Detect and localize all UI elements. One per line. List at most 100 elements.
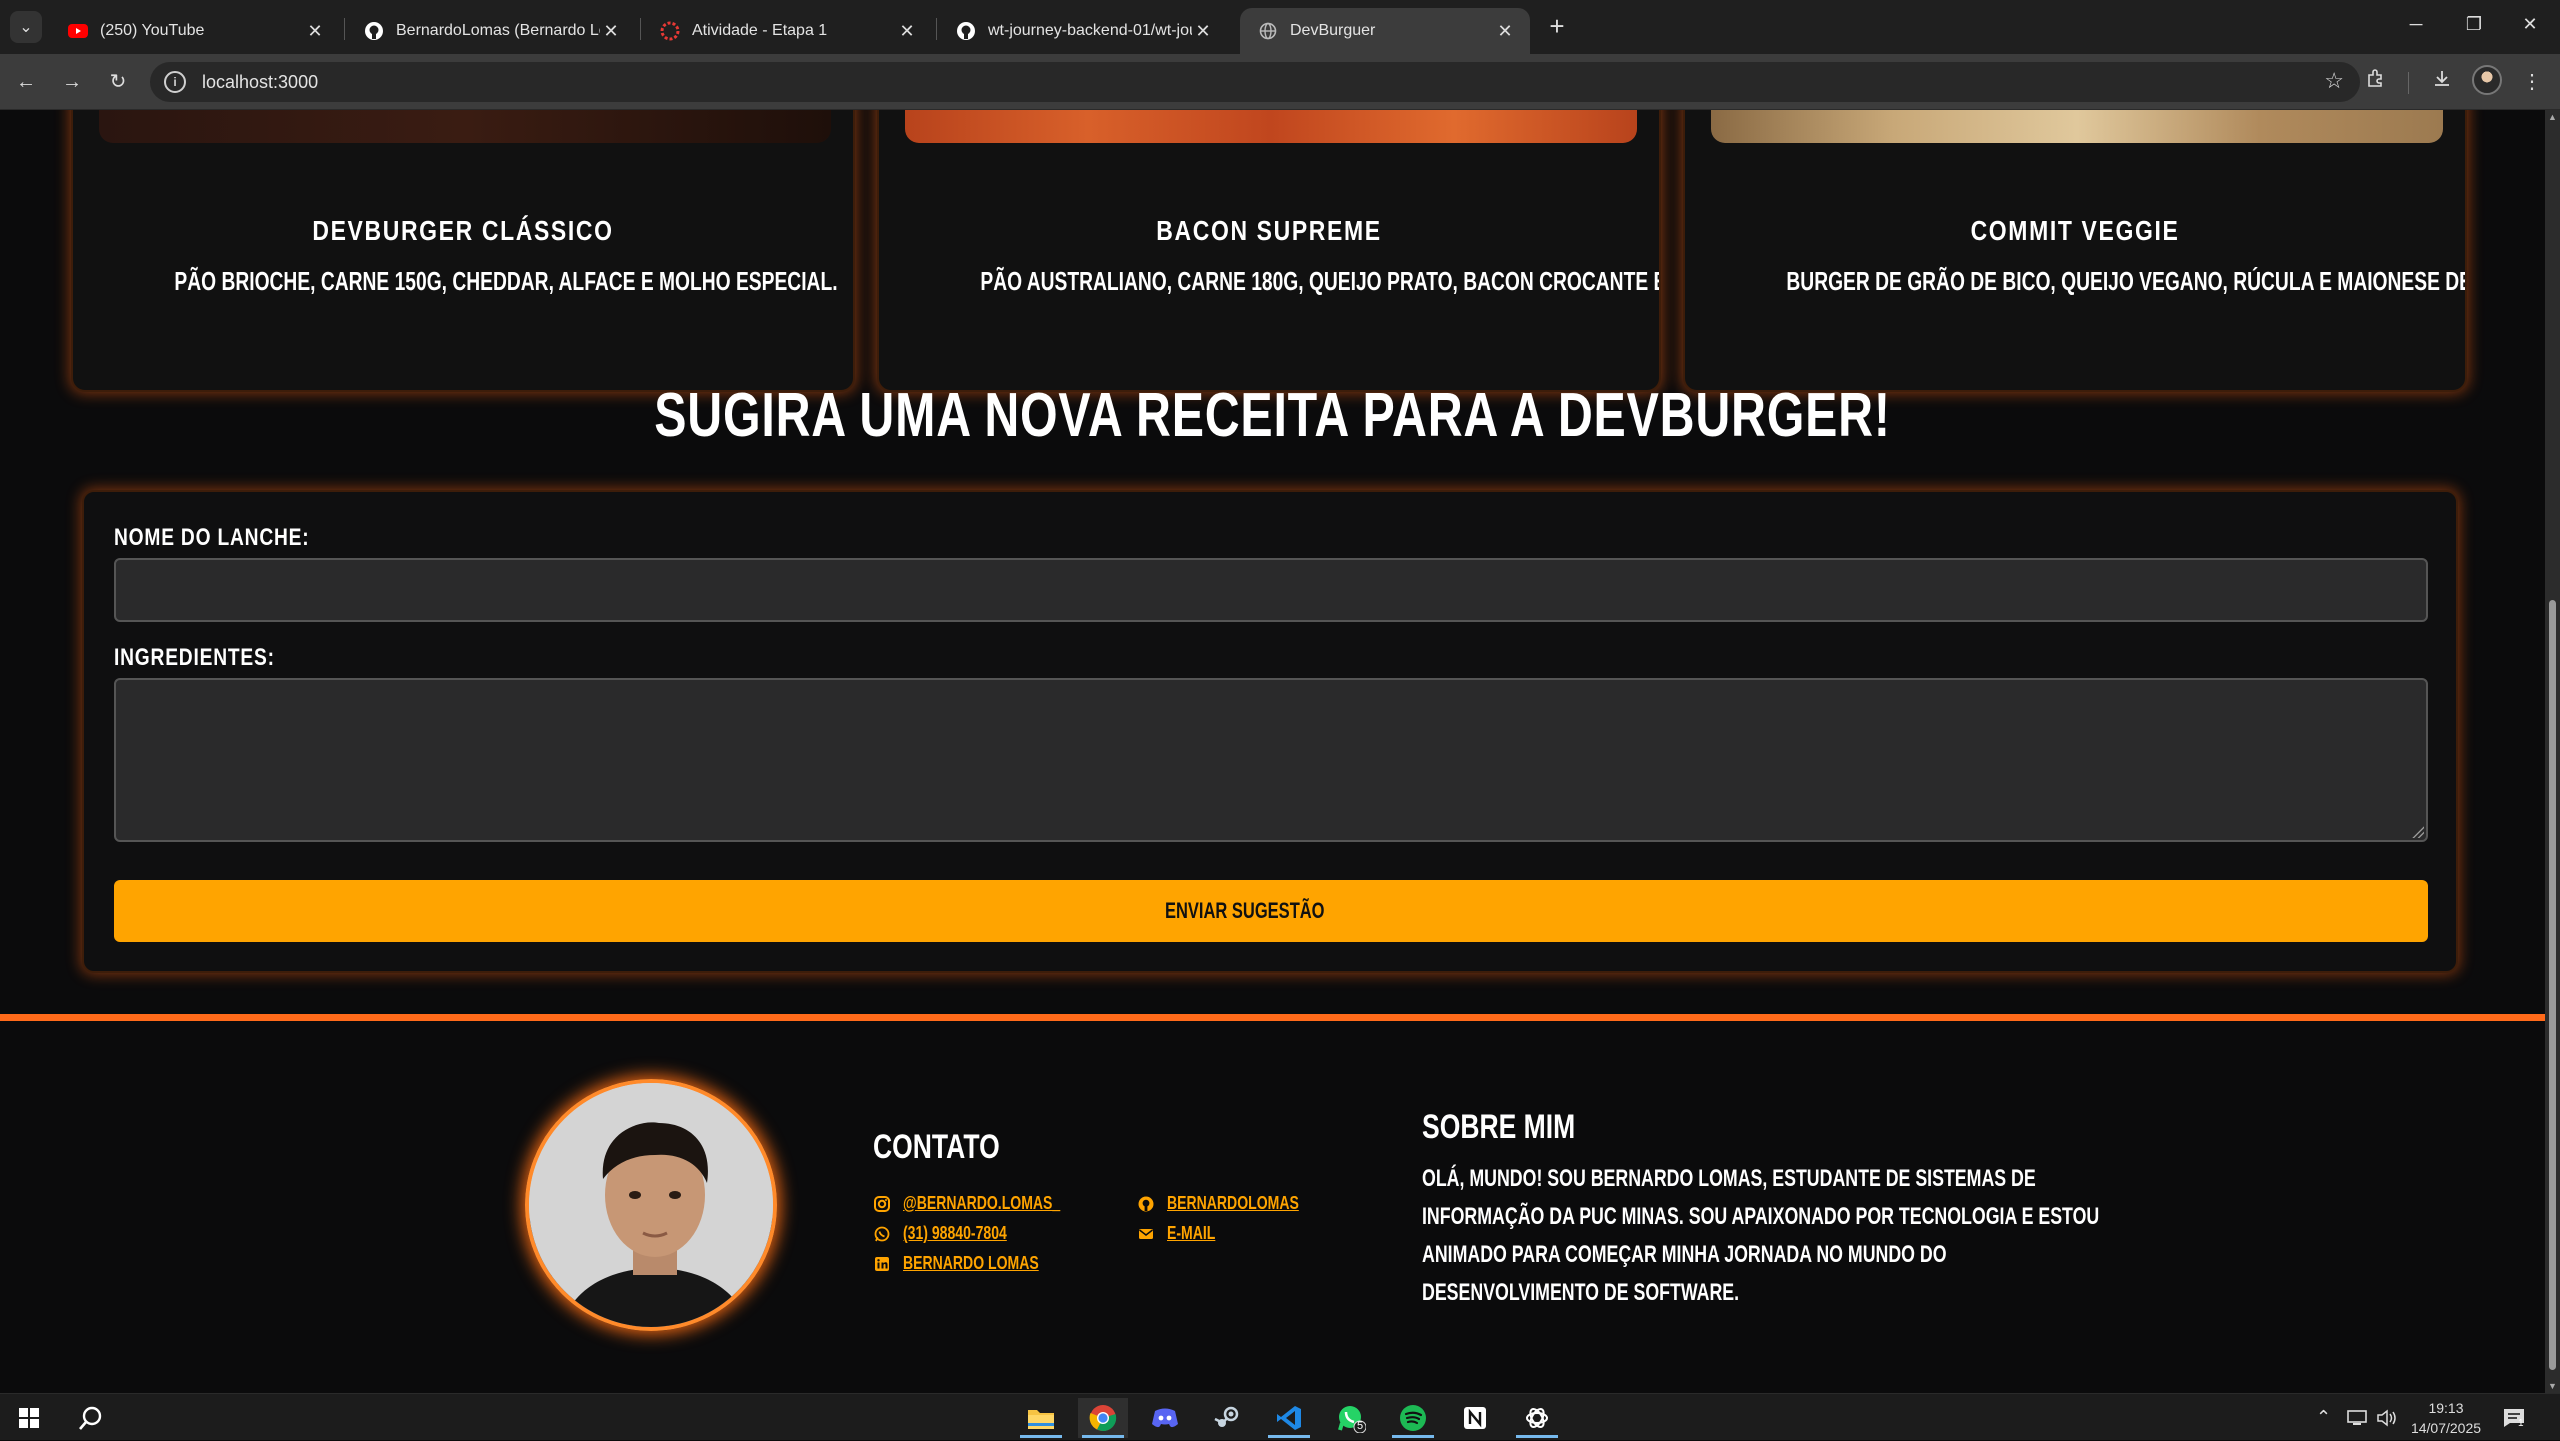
file-explorer-icon[interactable] bbox=[1016, 1398, 1066, 1438]
close-icon[interactable]: ✕ bbox=[600, 21, 622, 42]
scroll-down-arrow[interactable]: ▼ bbox=[2547, 1381, 2558, 1391]
notification-badge: 5 bbox=[1357, 1420, 1364, 1432]
tab-github-repo[interactable]: wt-journey-backend-01/wt-journey ✕ bbox=[938, 8, 1228, 54]
profile-photo bbox=[525, 1079, 777, 1331]
ingredients-label: Ingredientes: bbox=[114, 644, 275, 671]
tab-divider bbox=[640, 18, 641, 40]
new-tab-button[interactable]: + bbox=[1542, 12, 1572, 42]
url-text: localhost:3000 bbox=[202, 71, 319, 92]
profile-avatar[interactable] bbox=[2472, 65, 2502, 95]
instagram-link[interactable]: @bernardo.lomas_ bbox=[873, 1193, 1105, 1214]
tab-youtube[interactable]: (250) YouTube ✕ bbox=[50, 8, 340, 54]
burger-image bbox=[1711, 110, 2443, 143]
forward-button[interactable]: → bbox=[56, 66, 88, 98]
close-icon[interactable]: ✕ bbox=[1192, 21, 1214, 42]
back-button[interactable]: ← bbox=[10, 66, 42, 98]
start-button[interactable] bbox=[4, 1398, 54, 1438]
name-input[interactable] bbox=[114, 558, 2428, 622]
linkedin-icon bbox=[873, 1255, 891, 1273]
section-title: Sugira uma nova receita para a DevBurger… bbox=[654, 381, 1891, 450]
resize-handle[interactable] bbox=[2412, 826, 2424, 838]
tab-title: Atividade - Etapa 1 bbox=[692, 22, 828, 39]
card-title: Bacon Supreme bbox=[1156, 215, 1382, 246]
tab-title: DevBurguer bbox=[1290, 22, 1376, 39]
about-title: Sobre mim bbox=[1422, 1108, 1576, 1146]
card-title: DevBurger Clássico bbox=[312, 215, 614, 246]
reload-button[interactable]: ↻ bbox=[102, 66, 134, 98]
toolbar-divider bbox=[2408, 72, 2409, 94]
tab-title: BernardoLomas (Bernardo Lomas) bbox=[396, 22, 600, 39]
restore-button[interactable]: ❐ bbox=[2446, 8, 2502, 40]
menu-dots-icon[interactable]: ⋮ bbox=[2516, 66, 2548, 98]
github-link[interactable]: BernardoLomas bbox=[1137, 1193, 1336, 1214]
burger-image bbox=[905, 110, 1637, 143]
volume-icon[interactable] bbox=[2376, 1394, 2398, 1441]
tab-divider bbox=[936, 18, 937, 40]
address-bar[interactable]: i localhost:3000 ☆ bbox=[150, 62, 2360, 102]
tab-github-profile[interactable]: BernardoLomas (Bernardo Lomas) ✕ bbox=[346, 8, 636, 54]
search-icon[interactable] bbox=[66, 1398, 116, 1438]
bookmark-star-icon[interactable]: ☆ bbox=[2324, 68, 2344, 94]
clock-date: 14/07/2025 bbox=[2410, 1419, 2482, 1436]
tab-title: wt-journey-backend-01/wt-journey bbox=[988, 22, 1192, 39]
link-text: Bernardo Lomas bbox=[903, 1253, 1039, 1273]
running-indicator bbox=[1516, 1435, 1558, 1438]
close-icon[interactable]: ✕ bbox=[1494, 21, 1516, 42]
name-label: Nome do Lanche: bbox=[114, 524, 310, 551]
notion-icon[interactable] bbox=[1450, 1398, 1500, 1438]
globe-icon bbox=[1258, 21, 1278, 41]
discord-icon[interactable] bbox=[1140, 1398, 1190, 1438]
spotify-icon[interactable] bbox=[1388, 1398, 1438, 1438]
vscode-icon[interactable] bbox=[1264, 1398, 1314, 1438]
contact-title: Contato bbox=[873, 1128, 1000, 1166]
card-title: Commit Veggie bbox=[1970, 215, 2180, 246]
chatgpt-icon[interactable] bbox=[1512, 1398, 1562, 1438]
link-text: (31) 98840-7804 bbox=[903, 1223, 1007, 1243]
steam-icon[interactable] bbox=[1202, 1398, 1252, 1438]
activity-icon bbox=[660, 21, 680, 41]
chevron-up-icon[interactable]: ⌃ bbox=[2316, 1394, 2331, 1441]
scroll-up-arrow[interactable]: ▲ bbox=[2547, 112, 2558, 122]
tab-divider bbox=[344, 18, 345, 40]
whatsapp-icon bbox=[873, 1225, 891, 1243]
browser-tab-bar: ⌄ (250) YouTube ✕ BernardoLomas (Bernard… bbox=[0, 0, 2560, 54]
close-icon[interactable]: ✕ bbox=[896, 21, 918, 42]
site-info-icon[interactable]: i bbox=[164, 71, 186, 93]
about-text: Olá, mundo! Sou Bernardo Lomas, estudant… bbox=[1422, 1165, 2100, 1306]
windows-taskbar: 5 ⌃ 19:13 14/07/2025 1 bbox=[0, 1393, 2560, 1440]
submit-button[interactable]: Enviar Sugestão bbox=[114, 880, 2428, 942]
github-icon bbox=[364, 21, 384, 41]
link-text: E-mail bbox=[1167, 1223, 1216, 1243]
linkedin-link[interactable]: Bernardo Lomas bbox=[873, 1253, 1077, 1274]
notification-count: 1 bbox=[2518, 1418, 2524, 1429]
chrome-icon[interactable] bbox=[1078, 1398, 1128, 1438]
ingredients-textarea[interactable] bbox=[114, 678, 2428, 842]
menu-card: DevBurger Clássico Pão brioche, carne 15… bbox=[71, 110, 855, 392]
page-scrollbar[interactable]: ▲ ▼ bbox=[2545, 110, 2560, 1393]
system-clock[interactable]: 19:13 14/07/2025 bbox=[2408, 1394, 2484, 1441]
extensions-icon[interactable] bbox=[2360, 66, 2392, 98]
scrollbar-thumb[interactable] bbox=[2549, 600, 2556, 1370]
network-icon[interactable] bbox=[2346, 1394, 2368, 1441]
burger-image bbox=[99, 110, 831, 143]
close-icon[interactable]: ✕ bbox=[304, 21, 326, 42]
running-indicator bbox=[1082, 1435, 1124, 1438]
footer-divider bbox=[0, 1014, 2545, 1021]
whatsapp-link[interactable]: (31) 98840-7804 bbox=[873, 1223, 1036, 1244]
tab-devburguer[interactable]: DevBurguer ✕ bbox=[1240, 8, 1530, 54]
minimize-button[interactable]: ─ bbox=[2388, 8, 2444, 40]
instagram-icon bbox=[873, 1195, 891, 1213]
notification-center-icon[interactable]: 1 bbox=[2502, 1394, 2526, 1441]
email-link[interactable]: E-mail bbox=[1137, 1223, 1229, 1244]
clock-time: 19:13 bbox=[2428, 1399, 2464, 1416]
tab-atividade[interactable]: Atividade - Etapa 1 ✕ bbox=[642, 8, 932, 54]
whatsapp-app-icon[interactable]: 5 bbox=[1326, 1398, 1376, 1438]
tab-search-button[interactable]: ⌄ bbox=[10, 11, 42, 43]
card-description: Burger de grão de bico, queijo vegano, r… bbox=[1786, 266, 2465, 296]
tab-title: (250) YouTube bbox=[100, 22, 205, 39]
download-icon[interactable] bbox=[2426, 66, 2458, 98]
running-indicator bbox=[1392, 1435, 1434, 1438]
close-window-button[interactable]: ✕ bbox=[2502, 8, 2558, 40]
submit-label: Enviar Sugestão bbox=[1164, 898, 1325, 923]
link-text: @bernardo.lomas_ bbox=[903, 1193, 1061, 1213]
